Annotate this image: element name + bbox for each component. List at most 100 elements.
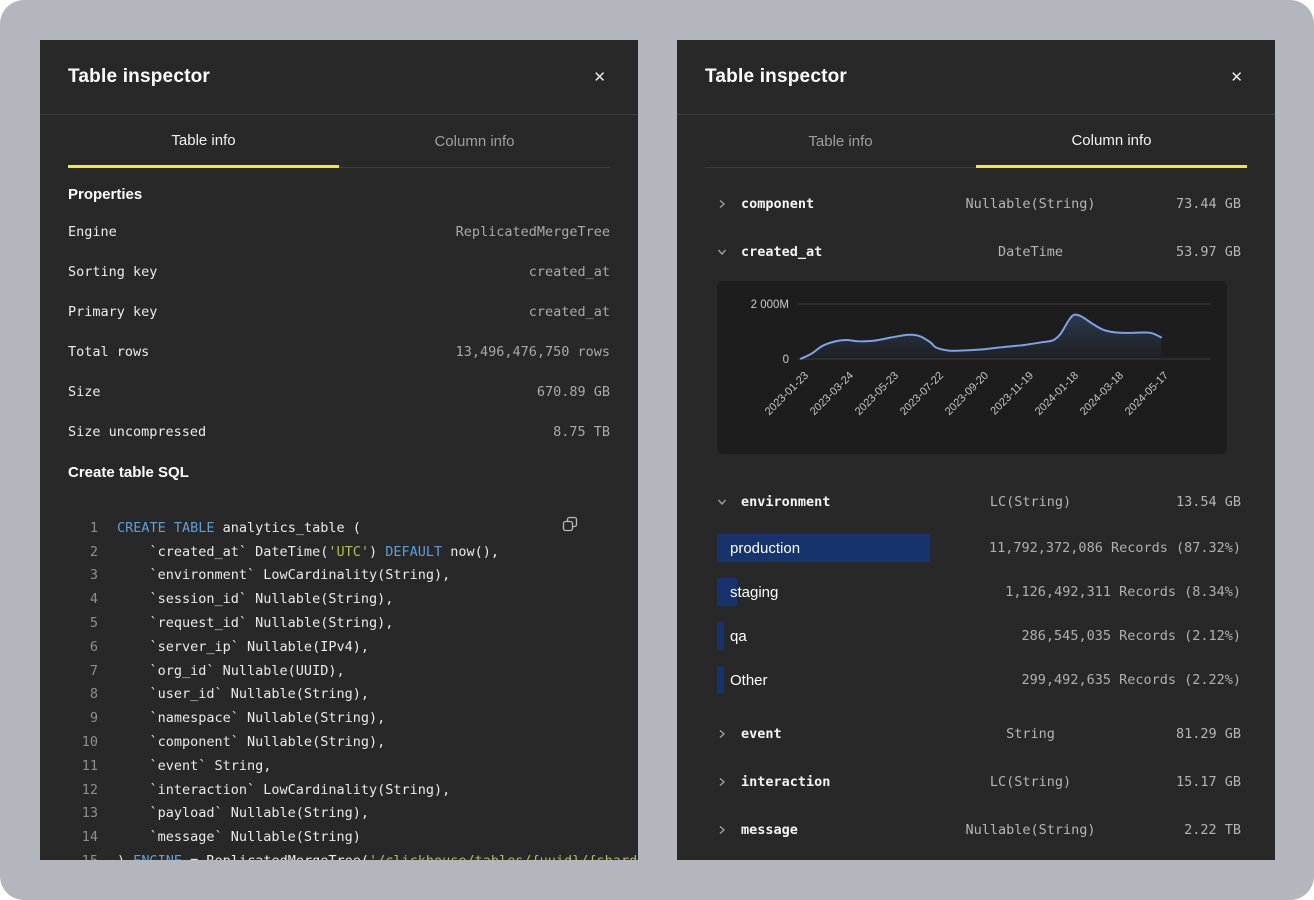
created-at-distribution-chart: 2 000M 0 2023-01-232023-03-242023-05-232… [717,281,1227,454]
chevron-right-icon[interactable] [705,199,741,209]
tab-table-info[interactable]: Table info [705,115,976,167]
sql-code-line: 4 `session_id` Nullable(String), [68,587,610,611]
sql-code-block: 1CREATE TABLE analytics_table (2 `create… [68,508,610,860]
property-row: Size uncompressed 8.75 TB [68,412,610,452]
column-name: interaction [741,774,934,790]
sql-code-line: 8 `user_id` Nullable(String), [68,683,610,707]
column-size: 15.17 GB [1127,774,1247,790]
column-type: String [934,726,1127,742]
sql-code-line: 7 `org_id` Nullable(UUID), [68,659,610,683]
sql-code-line: 3 `environment` LowCardinality(String), [68,564,610,588]
line-number: 7 [68,663,98,679]
line-number: 13 [68,805,98,821]
sql-code-line: 13 `payload` Nullable(String), [68,802,610,826]
sql-code-line: 5 `request_id` Nullable(String), [68,611,610,635]
column-row-interaction[interactable]: interaction LC(String) 15.17 GB [705,758,1247,806]
property-row: Sorting key created_at [68,252,610,292]
modal-header: Table inspector ✕ [40,40,638,115]
x-axis-tick-label: 2023-09-20 [943,370,991,418]
line-number: 15 [68,853,98,860]
chevron-down-icon[interactable] [705,497,741,507]
property-value: 13,496,476,750 rows [456,344,610,360]
tab-column-info[interactable]: Column info [976,115,1247,168]
sql-code-line: 9 `namespace` Nullable(String), [68,706,610,730]
tab-bar: Table info Column info [705,115,1247,168]
code-text: `org_id` Nullable(UUID), [117,663,345,679]
table-inspector-modal-column-info: Table inspector ✕ Table info Column info… [677,40,1275,860]
line-number: 12 [68,782,98,798]
area-chart-svg: 2 000M 0 2023-01-232023-03-242023-05-232… [717,281,1227,454]
code-text: `namespace` Nullable(String), [117,710,385,726]
x-axis-tick-label: 2024-05-17 [1123,370,1171,418]
chevron-right-icon[interactable] [705,729,741,739]
column-row-component[interactable]: component Nullable(String) 73.44 GB [705,180,1247,228]
code-text: `created_at` DateTime('UTC') DEFAULT now… [117,544,499,560]
sql-code-line: 12 `interaction` LowCardinality(String), [68,778,610,802]
column-size: 2.22 TB [1127,822,1247,838]
env-value-row: staging 1,126,492,311 Records (8.34%) [717,570,1241,614]
y-axis-zero-label: 0 [783,354,789,366]
tab-table-info[interactable]: Table info [68,115,339,168]
env-value-records: 286,545,035 Records (2.12%) [1022,628,1241,644]
y-axis-max-label: 2 000M [751,299,789,311]
property-value: 670.89 GB [537,384,610,400]
column-size: 13.54 GB [1127,494,1247,510]
create-table-sql-heading: Create table SQL [68,452,610,492]
column-row-created-at[interactable]: created_at DateTime 53.97 GB [705,228,1247,276]
sql-code-line: 2 `created_at` DateTime('UTC') DEFAULT n… [68,540,610,564]
sql-code-line: 6 `server_ip` Nullable(IPv4), [68,635,610,659]
line-number: 8 [68,686,98,702]
line-number: 5 [68,615,98,631]
tab-bar: Table info Column info [68,115,610,168]
line-number: 1 [68,520,98,536]
column-name: created_at [741,244,934,260]
line-number: 11 [68,758,98,774]
code-text: ) ENGINE = ReplicatedMergeTree('/clickho… [117,853,638,860]
property-row: Engine ReplicatedMergeTree [68,212,610,252]
x-axis-tick-label: 2024-03-18 [1078,370,1126,418]
close-button[interactable]: ✕ [1226,66,1247,89]
sql-code-line: 15) ENGINE = ReplicatedMergeTree('/click… [68,849,610,860]
column-type: DateTime [934,244,1127,260]
env-value-bar [717,622,724,650]
column-row-message[interactable]: message Nullable(String) 2.22 TB [705,806,1247,854]
column-type: Nullable(String) [934,196,1127,212]
column-size: 81.29 GB [1127,726,1247,742]
env-value-row: Other 299,492,635 Records (2.22%) [717,658,1241,702]
code-text: `server_ip` Nullable(IPv4), [117,639,369,655]
sql-code-line: 1CREATE TABLE analytics_table ( [68,516,610,540]
x-axis-tick-label: 2024-01-18 [1033,370,1081,418]
property-label: Primary key [68,304,157,320]
column-row-event[interactable]: event String 81.29 GB [705,710,1247,758]
property-label: Sorting key [68,264,157,280]
column-name: component [741,196,934,212]
property-row: Primary key created_at [68,292,610,332]
copy-icon[interactable] [560,514,580,537]
chevron-down-icon[interactable] [705,247,741,257]
code-text: `environment` LowCardinality(String), [117,567,450,583]
line-number: 2 [68,544,98,560]
code-text: `component` Nullable(String), [117,734,385,750]
column-row-environment[interactable]: environment LC(String) 13.54 GB [705,478,1247,526]
property-value: created_at [529,304,610,320]
column-size: 73.44 GB [1127,196,1247,212]
line-number: 3 [68,567,98,583]
close-button[interactable]: ✕ [589,66,610,89]
property-row: Total rows 13,496,476,750 rows [68,332,610,372]
modal-title: Table inspector [705,66,847,88]
sql-code-line: 11 `event` String, [68,754,610,778]
chevron-right-icon[interactable] [705,825,741,835]
line-number: 6 [68,639,98,655]
code-text: `session_id` Nullable(String), [117,591,393,607]
properties-heading: Properties [68,176,610,212]
code-text: `message` Nullable(String) [117,829,361,845]
tab-column-info[interactable]: Column info [339,115,610,167]
env-value-bar [717,666,724,694]
column-type: Nullable(String) [934,822,1127,838]
modal-title: Table inspector [68,66,210,88]
column-type: LC(String) [934,494,1127,510]
env-value-records: 299,492,635 Records (2.22%) [1022,672,1241,688]
column-name: environment [741,494,934,510]
code-text: `event` String, [117,758,271,774]
chevron-right-icon[interactable] [705,777,741,787]
